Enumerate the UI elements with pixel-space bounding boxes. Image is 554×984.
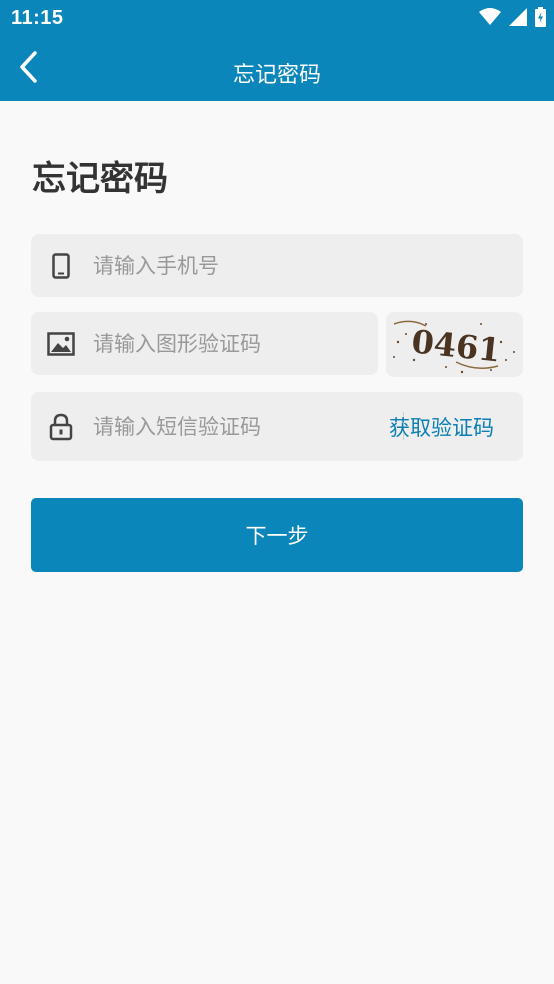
signal-icon: [509, 8, 527, 30]
app-bar: 忘记密码: [0, 38, 554, 101]
phone-field: [31, 234, 523, 297]
sms-code-input[interactable]: [93, 392, 393, 461]
phone-icon: [47, 252, 75, 280]
image-captcha-input[interactable]: [93, 312, 363, 375]
captcha-text: 0461: [410, 322, 503, 369]
wifi-icon: [479, 8, 501, 30]
captcha-image[interactable]: 0461: [386, 312, 523, 377]
status-icons: [479, 7, 546, 31]
next-button[interactable]: 下一步: [31, 498, 523, 572]
battery-charging-icon: [535, 7, 546, 31]
app-bar-title: 忘记密码: [232, 63, 321, 88]
get-sms-code-button[interactable]: 获取验证码: [373, 392, 510, 461]
lock-icon: [47, 413, 75, 441]
page-title: 忘记密码: [32, 159, 168, 199]
image-icon: [47, 330, 75, 358]
image-captcha-field: [31, 312, 378, 375]
phone-input[interactable]: [93, 234, 503, 297]
status-bar: 11:15: [0, 0, 554, 38]
status-time: 11:15: [11, 7, 64, 29]
sms-code-field: 获取验证码: [31, 392, 523, 461]
